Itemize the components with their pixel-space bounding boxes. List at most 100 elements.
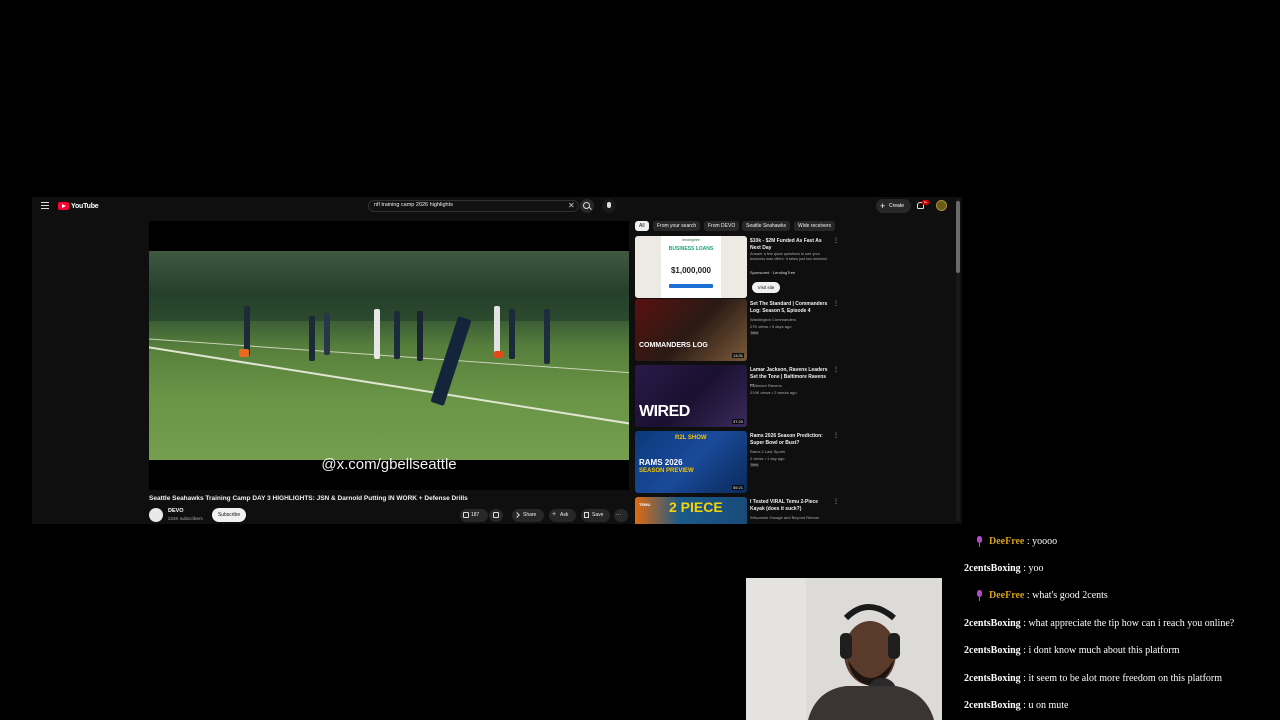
recommendation-item[interactable]: TEMU 2 PIECE I Tested VIRAL Temu 2-Piece… [635, 497, 839, 524]
chat-text: : what's good 2cents [1026, 590, 1108, 601]
create-button[interactable]: Create [876, 199, 911, 213]
chip-from-devo[interactable]: From DEVO [704, 221, 740, 231]
chat-username: 2centsBoxing [964, 618, 1021, 629]
ad-heading: BUSINESS LOANS [668, 246, 714, 252]
notification-badge: 9+ [922, 200, 929, 205]
thumbnail-text: COMMANDERS LOG [639, 342, 708, 349]
recommendation-item[interactable]: R2L SHOW RAMS 2026 SEASON PREVIEW 55:21 … [635, 431, 839, 493]
dislike-button[interactable] [489, 509, 503, 522]
menu-icon[interactable] [41, 202, 49, 209]
new-badge: New [750, 463, 760, 467]
scrollbar-thumb[interactable] [956, 201, 960, 273]
ask-button[interactable]: + Ask [549, 509, 576, 522]
recommendation-item[interactable]: WIRED 37:20 Lamar Jackson, Ravens Leader… [635, 365, 839, 427]
video-meta: 2 views • 1 day ago [750, 456, 785, 461]
video-overlay-text: @x.com/gbellseattle [321, 456, 457, 473]
more-icon[interactable]: ··· [614, 509, 628, 522]
channel-name: Rams 2 Last Sports [750, 449, 786, 454]
like-count: 187 [471, 512, 480, 518]
video-thumbnail[interactable]: COMMANDERS LOG 13:31 [635, 299, 747, 361]
chat-username: 2centsBoxing [964, 563, 1021, 574]
video-title: Set The Standard | Commanders Log: Seaso… [750, 301, 828, 314]
video-frame [149, 251, 629, 460]
more-icon[interactable]: ⋮ [833, 432, 839, 439]
ad-thumbnail[interactable]: lendingtree BUSINESS LOANS $1,000,000 [635, 236, 747, 298]
webcam-overlay [746, 578, 942, 720]
mic-chat-icon [976, 536, 983, 548]
more-icon[interactable]: ⋮ [833, 300, 839, 307]
logo-text: YouTube [71, 202, 99, 210]
subscribe-button[interactable]: Subscribe [212, 508, 246, 522]
video-thumbnail[interactable]: TEMU 2 PIECE [635, 497, 747, 524]
chat-message: DeeFree : what's good 2cents [989, 590, 1108, 602]
ask-icon: + [552, 511, 557, 518]
share-icon [514, 512, 520, 518]
channel-name[interactable]: DEVO [168, 508, 184, 514]
video-title: Rams 2026 Season Prediction: Super Bowl … [750, 433, 823, 446]
youtube-logo[interactable]: YouTube [58, 201, 99, 211]
chat-text: : what appreciate the tip how can i reac… [1023, 618, 1235, 629]
ad-amount: $1,000,000 [670, 266, 712, 275]
channel-name: Baltimore Ravens [750, 383, 782, 388]
video-thumbnail[interactable]: WIRED 37:20 [635, 365, 747, 427]
ad-description: Answer a few quick questions to see your… [750, 252, 828, 261]
ask-label: Ask [560, 512, 569, 518]
account-avatar[interactable] [936, 200, 947, 211]
chat-message: 2centsBoxing : it seem to be alot more f… [964, 673, 1222, 685]
chat-username: DeeFree [989, 536, 1025, 547]
duration-badge: 37:20 [731, 419, 744, 424]
thumbnail-text: RAMS 2026 [639, 458, 683, 467]
clear-search-icon[interactable]: ✕ [568, 201, 575, 211]
youtube-window: YouTube nfl training camp 2026 highlight… [32, 197, 962, 524]
thumbnail-subtext: SEASON PREVIEW [639, 468, 694, 474]
share-button[interactable]: Share [512, 509, 544, 522]
like-button[interactable]: 187 [460, 509, 488, 522]
thumbnail-text: WIRED [639, 403, 690, 420]
youtube-logo-icon [58, 202, 69, 210]
like-icon [463, 512, 469, 518]
chat-text: : u on mute [1023, 700, 1069, 711]
save-label: Save [592, 512, 604, 518]
chat-message: 2centsBoxing : u on mute [964, 700, 1068, 712]
video-meta: 219K views • 2 weeks ago [750, 390, 797, 395]
search-icon[interactable] [580, 199, 594, 213]
streamer-camera-image [746, 578, 942, 720]
save-button[interactable]: Save [581, 509, 610, 522]
ad-brand: lendingtree [682, 238, 700, 242]
youtube-topbar: YouTube nfl training camp 2026 highlight… [32, 197, 962, 215]
chat-message: 2centsBoxing : what appreciate the tip h… [964, 618, 1234, 630]
thumbnail-show: R2L SHOW [675, 435, 707, 441]
chat-text: : it seem to be alot more freedom on thi… [1023, 673, 1223, 684]
more-icon[interactable]: ⋮ [833, 237, 839, 244]
duration-badge: 13:31 [731, 353, 744, 358]
chip-seattle-seahawks[interactable]: Seattle Seahawks [742, 221, 791, 231]
visit-site-button[interactable]: Visit site [752, 282, 780, 293]
video-player[interactable]: @x.com/gbellseattle [149, 221, 629, 490]
thumbnail-brand: TEMU [639, 502, 651, 507]
search-input[interactable]: nfl training camp 2026 highlights ✕ [368, 200, 579, 212]
chat-text: : yoo [1023, 563, 1044, 574]
chip-from-your-search[interactable]: From your search [653, 221, 701, 231]
chip-all[interactable]: All [635, 221, 649, 231]
video-meta: 27K views • 5 days ago [750, 324, 792, 329]
channel-avatar[interactable] [149, 508, 163, 522]
more-icon[interactable]: ⋮ [833, 366, 839, 373]
chat-text: : i dont know much about this platform [1023, 645, 1180, 656]
video-thumbnail[interactable]: R2L SHOW RAMS 2026 SEASON PREVIEW 55:21 [635, 431, 747, 493]
chip-wide-receivers[interactable]: Wide receivers [794, 221, 836, 231]
mic-icon[interactable] [602, 199, 616, 213]
chat-message: 2centsBoxing : i dont know much about th… [964, 645, 1180, 657]
subscriber-count: 224K subscribers [168, 516, 203, 521]
recommendation-item[interactable]: COMMANDERS LOG 13:31 Set The Standard | … [635, 299, 839, 361]
thumbnail-text: 2 PIECE [669, 499, 723, 515]
channel-name: Washington Commanders [750, 317, 797, 322]
sponsored-item[interactable]: lendingtree BUSINESS LOANS $1,000,000 $1… [635, 236, 839, 298]
chat-username: DeeFree [989, 590, 1025, 601]
ad-title: $10k - $2M Funded As Fast As Next Day [750, 238, 822, 251]
channel-name: Wisconsin Garage and Beyond Reborn [750, 515, 820, 520]
more-icon[interactable]: ⋮ [833, 498, 839, 505]
chat-text: : yoooo [1026, 536, 1058, 547]
chat-username: 2centsBoxing [964, 645, 1021, 656]
dislike-icon [493, 512, 499, 518]
video-title: Seattle Seahawks Training Camp DAY 3 HIG… [149, 495, 468, 502]
